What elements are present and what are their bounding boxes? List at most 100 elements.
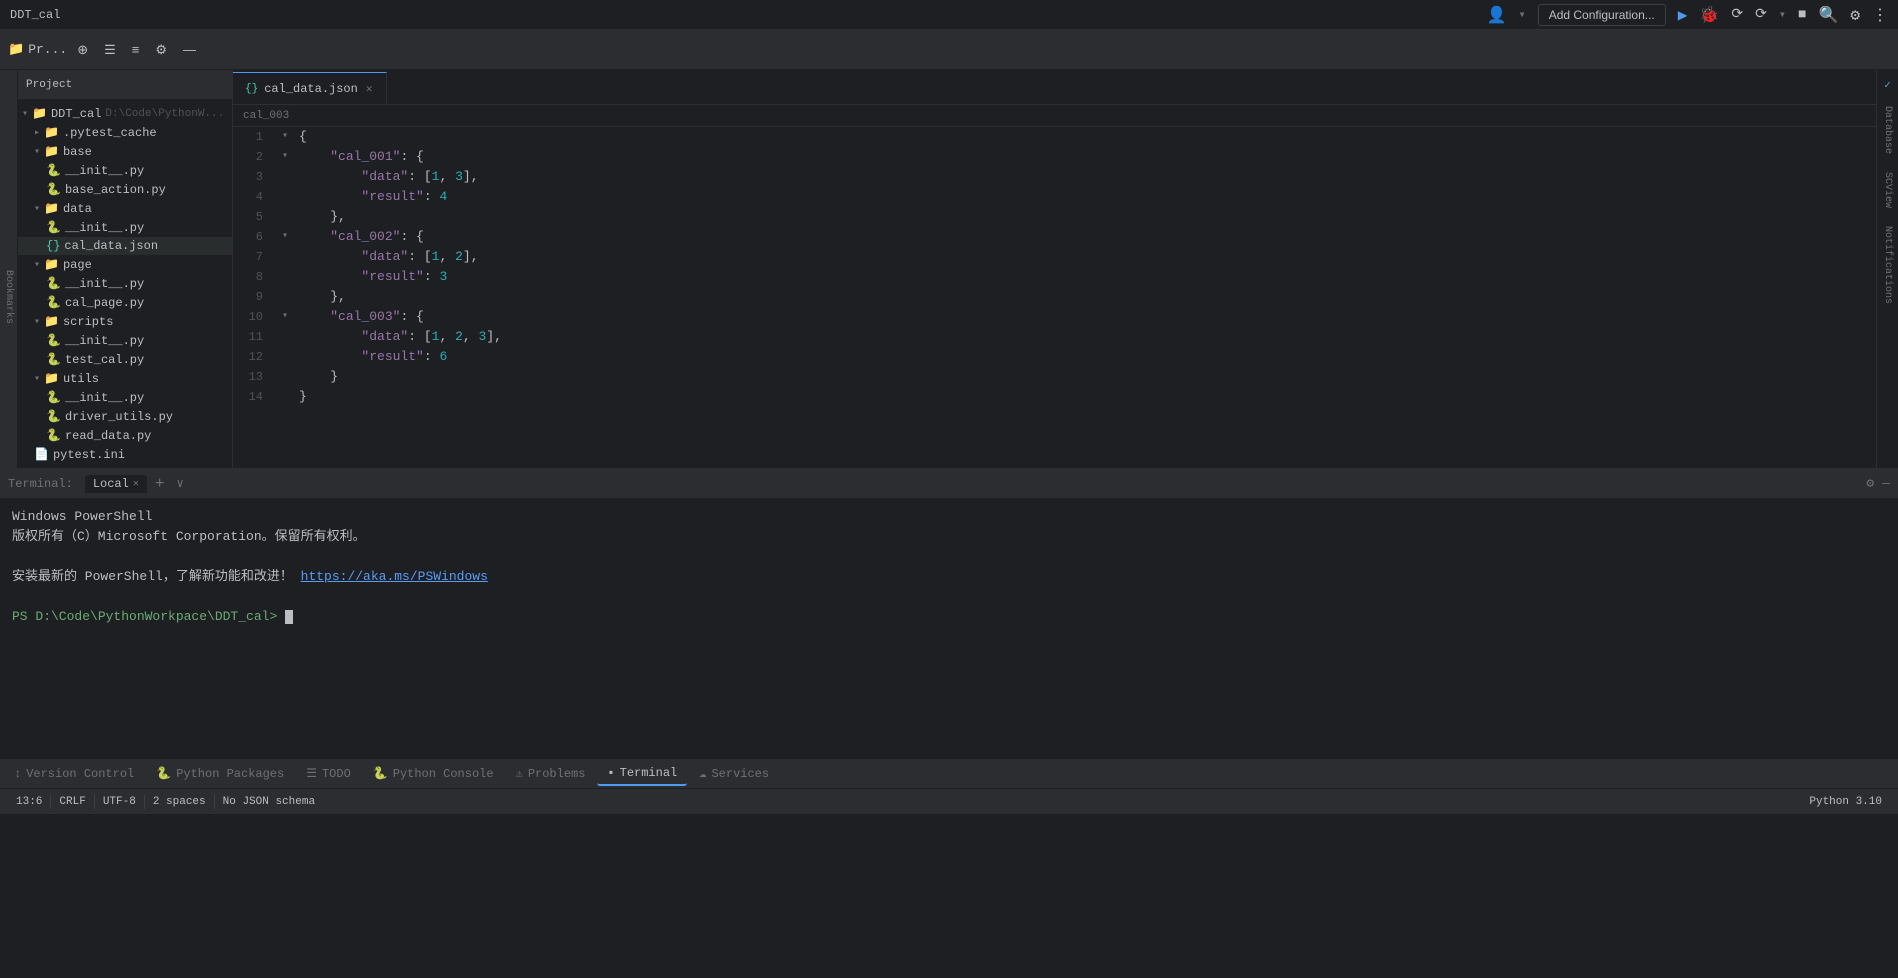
notifications-panel-btn[interactable]: Notifications: [1880, 218, 1895, 312]
test-cal-label: test_cal.py: [65, 353, 144, 367]
run-icon[interactable]: ▶: [1678, 5, 1688, 25]
bottom-area: Terminal: Local ✕ + ∨ ⚙ — Windows PowerS…: [0, 468, 1898, 788]
tree-data-init[interactable]: 🐍 __init__.py: [18, 218, 232, 237]
tree-pytest-cache[interactable]: ▸ 📁 .pytest_cache: [18, 123, 232, 142]
terminal-settings-icon[interactable]: ⚙: [1866, 476, 1874, 491]
terminal-close-icon[interactable]: —: [1882, 476, 1890, 491]
tree-data[interactable]: ▾ 📁 data: [18, 199, 232, 218]
terminal-label-tab: Terminal: [620, 766, 678, 780]
tree-base-init[interactable]: 🐍 __init__.py: [18, 161, 232, 180]
database-panel-btn[interactable]: Database: [1880, 98, 1895, 162]
line-num-8: 8: [233, 267, 275, 287]
test-cal-icon: 🐍: [46, 352, 61, 367]
status-indent[interactable]: 2 spaces: [145, 789, 214, 814]
terminal-tab-add-button[interactable]: +: [151, 475, 169, 493]
python-packages-icon: 🐍: [156, 766, 171, 781]
status-encoding[interactable]: UTF-8: [95, 789, 144, 814]
debug-icon[interactable]: 🐞: [1699, 5, 1719, 25]
tree-scripts[interactable]: ▾ 📁 scripts: [18, 312, 232, 331]
stop-icon[interactable]: ■: [1798, 7, 1806, 23]
terminal-tab-local[interactable]: Local ✕: [85, 475, 147, 493]
toolbar-settings-button[interactable]: ⚙: [149, 38, 173, 62]
tree-base-action[interactable]: 🐍 base_action.py: [18, 180, 232, 199]
tree-test-cal[interactable]: 🐍 test_cal.py: [18, 350, 232, 369]
root-name: DDT_cal: [51, 107, 101, 121]
tab-close-button[interactable]: ✕: [364, 81, 375, 97]
todo-label: TODO: [322, 767, 351, 781]
tree-pytest-ini[interactable]: 📄 pytest.ini: [18, 445, 232, 464]
gutter-10: ▾: [275, 307, 295, 327]
page-init-label: __init__.py: [65, 277, 144, 291]
tab-version-control[interactable]: ↕ Version Control: [4, 763, 144, 785]
pytest-cache-arrow: ▸: [34, 127, 40, 139]
terminal-content[interactable]: Windows PowerShell 版权所有（C）Microsoft Corp…: [0, 499, 1898, 758]
app-title: DDT_cal: [10, 8, 60, 22]
tab-todo[interactable]: ☰ TODO: [296, 762, 361, 785]
tree-page-init[interactable]: 🐍 __init__.py: [18, 274, 232, 293]
tree-cal-data-json[interactable]: {} cal_data.json: [18, 237, 232, 255]
add-config-button[interactable]: Add Configuration...: [1538, 4, 1666, 26]
code-line-10: 10 ▾ "cal_003": {: [233, 307, 1876, 327]
more-icon[interactable]: ⋮: [1872, 5, 1888, 25]
toolbar-minimize-button[interactable]: —: [177, 38, 202, 61]
line-num-1: 1: [233, 127, 275, 147]
status-right: Python 3.10: [1801, 796, 1890, 808]
tree-read-data[interactable]: 🐍 read_data.py: [18, 426, 232, 445]
python-console-icon: 🐍: [373, 766, 388, 781]
base-label: base: [63, 145, 92, 159]
data-label: data: [63, 202, 92, 216]
line-content-8: "result": 3: [295, 267, 1876, 287]
services-label: Services: [711, 767, 769, 781]
pytest-ini-icon: 📄: [34, 447, 49, 462]
status-position[interactable]: 13:6: [8, 789, 50, 814]
tree-page[interactable]: ▾ 📁 page: [18, 255, 232, 274]
pytest-cache-label: .pytest_cache: [63, 126, 157, 140]
checkmark-icon: ✓: [1884, 74, 1891, 96]
terminal-cursor: [285, 610, 293, 624]
base-arrow: ▾: [34, 146, 40, 158]
tree-cal-page[interactable]: 🐍 cal_page.py: [18, 293, 232, 312]
tree-driver-utils[interactable]: 🐍 driver_utils.py: [18, 407, 232, 426]
line-num-7: 7: [233, 247, 275, 267]
tree-utils-init[interactable]: 🐍 __init__.py: [18, 388, 232, 407]
terminal-link[interactable]: https://aka.ms/PSWindows: [301, 569, 488, 584]
tree-utils[interactable]: ▾ 📁 utils: [18, 369, 232, 388]
line-num-14: 14: [233, 387, 275, 407]
scview-panel-btn[interactable]: SCView: [1880, 164, 1895, 216]
status-line-ending[interactable]: CRLF: [51, 789, 93, 814]
tree-scripts-init[interactable]: 🐍 __init__.py: [18, 331, 232, 350]
terminal-tab-dropdown-button[interactable]: ∨: [172, 476, 187, 491]
tab-cal-data-json[interactable]: {} cal_data.json ✕: [233, 72, 387, 104]
terminal-text-4: 安装最新的 PowerShell，了解新功能和改进！: [12, 569, 293, 584]
status-python-version[interactable]: Python 3.10: [1801, 796, 1890, 808]
tab-problems[interactable]: ⚠ Problems: [506, 762, 596, 785]
status-schema[interactable]: No JSON schema: [215, 789, 323, 814]
bookmarks-label[interactable]: Bookmarks: [3, 270, 14, 324]
tab-python-console[interactable]: 🐍 Python Console: [363, 762, 504, 785]
tree-base[interactable]: ▾ 📁 base: [18, 142, 232, 161]
editor-content[interactable]: 1 ▾ { 2 ▾ "cal_001": { 3 "data": [1, 3],: [233, 127, 1876, 468]
line-content-10: "cal_003": {: [295, 307, 1876, 327]
line-num-4: 4: [233, 187, 275, 207]
profile-run-icon[interactable]: ⟳: [1755, 6, 1767, 23]
project-panel-title: Project: [26, 79, 72, 91]
code-line-9: 9 },: [233, 287, 1876, 307]
project-panel-header: Project: [18, 70, 232, 100]
coverage-icon[interactable]: ⟳: [1731, 6, 1743, 23]
base-init-label: __init__.py: [65, 164, 144, 178]
page-init-icon: 🐍: [46, 276, 61, 291]
new-file-button[interactable]: ⊕: [71, 38, 94, 62]
tree-root[interactable]: ▾ 📁 DDT_cal D:\Code\PythonW...: [18, 104, 232, 123]
tab-terminal[interactable]: ▪ Terminal: [597, 762, 687, 786]
tab-services[interactable]: ☁ Services: [689, 762, 779, 785]
terminal-tab-local-close[interactable]: ✕: [133, 478, 139, 490]
profile-dropdown-icon[interactable]: ▾: [1518, 7, 1525, 22]
code-line-11: 11 "data": [1, 2, 3],: [233, 327, 1876, 347]
tab-python-packages[interactable]: 🐍 Python Packages: [146, 762, 294, 785]
collapse-all-button[interactable]: ≡: [126, 38, 146, 61]
run-dropdown-icon[interactable]: ▾: [1779, 7, 1786, 22]
expand-all-button[interactable]: ☰: [98, 38, 122, 62]
settings-icon[interactable]: ⚙: [1850, 5, 1860, 25]
profile-icon[interactable]: 👤: [1487, 5, 1507, 25]
search-icon[interactable]: 🔍: [1818, 5, 1838, 25]
